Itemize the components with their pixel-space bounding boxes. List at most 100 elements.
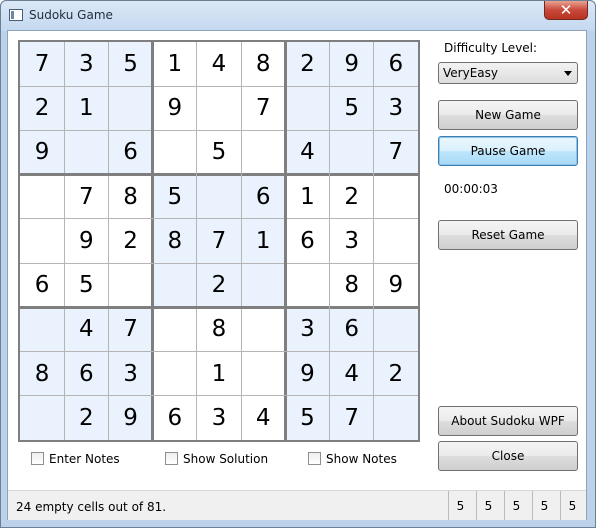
sudoku-cell[interactable] bbox=[20, 175, 64, 219]
sudoku-cell[interactable]: 6 bbox=[153, 396, 197, 440]
sudoku-cell[interactable]: 2 bbox=[285, 42, 330, 87]
sudoku-cell[interactable] bbox=[152, 263, 197, 308]
sudoku-cell[interactable]: 2 bbox=[330, 175, 374, 219]
grid-line bbox=[329, 42, 331, 440]
show-solution-checkbox[interactable]: Show Solution bbox=[165, 452, 268, 466]
sudoku-cell[interactable]: 8 bbox=[152, 218, 197, 264]
sudoku-cell[interactable]: 6 bbox=[285, 219, 329, 263]
sudoku-cell[interactable]: 5 bbox=[152, 174, 197, 219]
sudoku-cell[interactable]: 2 bbox=[108, 219, 152, 263]
sudoku-cell[interactable]: 7 bbox=[373, 130, 418, 175]
sudoku-cell[interactable]: 8 bbox=[20, 351, 65, 396]
sudoku-cell[interactable] bbox=[241, 307, 285, 351]
sudoku-cell[interactable] bbox=[108, 86, 153, 131]
new-game-button[interactable]: New Game bbox=[438, 100, 578, 130]
sudoku-cell[interactable]: 3 bbox=[330, 219, 374, 263]
pause-game-button[interactable]: Pause Game bbox=[438, 136, 578, 166]
grid-line bbox=[20, 85, 418, 87]
show-notes-checkbox[interactable]: Show Notes bbox=[308, 452, 397, 466]
window-close-button[interactable]: ✕ bbox=[544, 1, 588, 20]
sudoku-cell[interactable]: 3 bbox=[285, 307, 330, 352]
sudoku-cell[interactable]: 5 bbox=[64, 263, 108, 307]
sudoku-cell[interactable]: 2 bbox=[196, 263, 242, 308]
sudoku-cell[interactable]: 5 bbox=[108, 42, 153, 87]
sudoku-cell[interactable]: 1 bbox=[197, 352, 241, 396]
sudoku-cell[interactable] bbox=[285, 263, 329, 307]
enter-notes-checkbox[interactable]: Enter Notes bbox=[31, 452, 120, 466]
sudoku-cell[interactable]: 1 bbox=[285, 175, 329, 219]
difficulty-select[interactable]: VeryEasy bbox=[438, 62, 578, 84]
enter-notes-label: Enter Notes bbox=[49, 452, 120, 466]
sudoku-cell[interactable]: 9 bbox=[64, 219, 108, 263]
sudoku-cell[interactable]: 6 bbox=[329, 307, 374, 352]
checkbox-box[interactable] bbox=[308, 452, 321, 465]
sudoku-cell[interactable] bbox=[108, 263, 152, 307]
sudoku-cell[interactable] bbox=[20, 219, 64, 263]
sudoku-cell[interactable]: 1 bbox=[153, 42, 197, 86]
sudoku-cell[interactable] bbox=[153, 352, 197, 396]
sudoku-cell[interactable] bbox=[241, 130, 285, 174]
sudoku-cell[interactable]: 8 bbox=[330, 263, 374, 307]
sudoku-cell[interactable]: 7 bbox=[108, 307, 153, 352]
grid-line bbox=[63, 42, 65, 440]
sudoku-cell[interactable]: 5 bbox=[197, 130, 241, 174]
sudoku-cell[interactable]: 9 bbox=[20, 130, 65, 175]
sudoku-cell[interactable]: 8 bbox=[197, 307, 241, 351]
sudoku-cell[interactable] bbox=[374, 219, 418, 263]
sudoku-cell[interactable] bbox=[373, 395, 418, 440]
sudoku-cell[interactable]: 3 bbox=[64, 42, 109, 87]
sudoku-cell[interactable] bbox=[285, 86, 330, 131]
sudoku-cell[interactable]: 8 bbox=[241, 42, 285, 86]
sudoku-cell[interactable]: 7 bbox=[196, 218, 242, 264]
sudoku-cell[interactable]: 4 bbox=[64, 307, 109, 352]
sudoku-board: 7351482962197539654778561292871636528947… bbox=[18, 40, 420, 442]
sudoku-cell[interactable]: 4 bbox=[329, 351, 374, 396]
sudoku-cell[interactable]: 8 bbox=[108, 175, 152, 219]
sudoku-cell[interactable] bbox=[373, 307, 418, 352]
sudoku-cell[interactable]: 9 bbox=[108, 395, 153, 440]
sudoku-cell[interactable]: 4 bbox=[197, 42, 241, 86]
sudoku-cell[interactable] bbox=[197, 86, 241, 130]
sudoku-cell[interactable]: 7 bbox=[329, 395, 374, 440]
sudoku-cell[interactable]: 6 bbox=[241, 174, 286, 219]
sudoku-cell[interactable]: 7 bbox=[241, 86, 285, 130]
sudoku-cell[interactable]: 9 bbox=[153, 86, 197, 130]
sudoku-cell[interactable]: 9 bbox=[329, 42, 374, 87]
sudoku-cell[interactable]: 6 bbox=[108, 130, 153, 175]
sudoku-cell[interactable] bbox=[241, 263, 286, 308]
reset-game-button[interactable]: Reset Game bbox=[438, 220, 578, 250]
sudoku-cell[interactable]: 5 bbox=[329, 86, 374, 131]
sudoku-cell[interactable]: 5 bbox=[285, 395, 330, 440]
sudoku-cell[interactable]: 2 bbox=[20, 86, 65, 131]
sudoku-cell[interactable] bbox=[64, 130, 109, 175]
sudoku-cell[interactable] bbox=[241, 352, 285, 396]
difficulty-label: Difficulty Level: bbox=[444, 41, 538, 55]
sudoku-cell[interactable]: 9 bbox=[285, 351, 330, 396]
sudoku-cell[interactable]: 3 bbox=[108, 351, 153, 396]
sudoku-cell[interactable]: 3 bbox=[197, 396, 241, 440]
sudoku-cell[interactable]: 7 bbox=[20, 42, 65, 87]
sudoku-cell[interactable] bbox=[153, 130, 197, 174]
sudoku-cell[interactable] bbox=[20, 395, 65, 440]
sudoku-cell[interactable] bbox=[153, 307, 197, 351]
sudoku-cell[interactable]: 4 bbox=[285, 130, 330, 175]
sudoku-cell[interactable] bbox=[329, 130, 374, 175]
sudoku-cell[interactable]: 1 bbox=[241, 218, 286, 264]
sudoku-cell[interactable]: 2 bbox=[64, 395, 109, 440]
sudoku-cell[interactable] bbox=[196, 174, 242, 219]
sudoku-cell[interactable]: 2 bbox=[373, 351, 418, 396]
sudoku-cell[interactable]: 6 bbox=[20, 263, 64, 307]
close-button[interactable]: Close bbox=[438, 441, 578, 471]
checkbox-box[interactable] bbox=[165, 452, 178, 465]
checkbox-box[interactable] bbox=[31, 452, 44, 465]
about-button[interactable]: About Sudoku WPF bbox=[438, 406, 578, 436]
sudoku-cell[interactable]: 1 bbox=[64, 86, 109, 131]
sudoku-cell[interactable]: 6 bbox=[64, 351, 109, 396]
sudoku-cell[interactable]: 9 bbox=[374, 263, 418, 307]
sudoku-cell[interactable]: 4 bbox=[241, 396, 285, 440]
sudoku-cell[interactable] bbox=[20, 307, 65, 352]
sudoku-cell[interactable]: 6 bbox=[373, 42, 418, 87]
sudoku-cell[interactable] bbox=[374, 175, 418, 219]
sudoku-cell[interactable]: 3 bbox=[373, 86, 418, 131]
sudoku-cell[interactable]: 7 bbox=[64, 175, 108, 219]
